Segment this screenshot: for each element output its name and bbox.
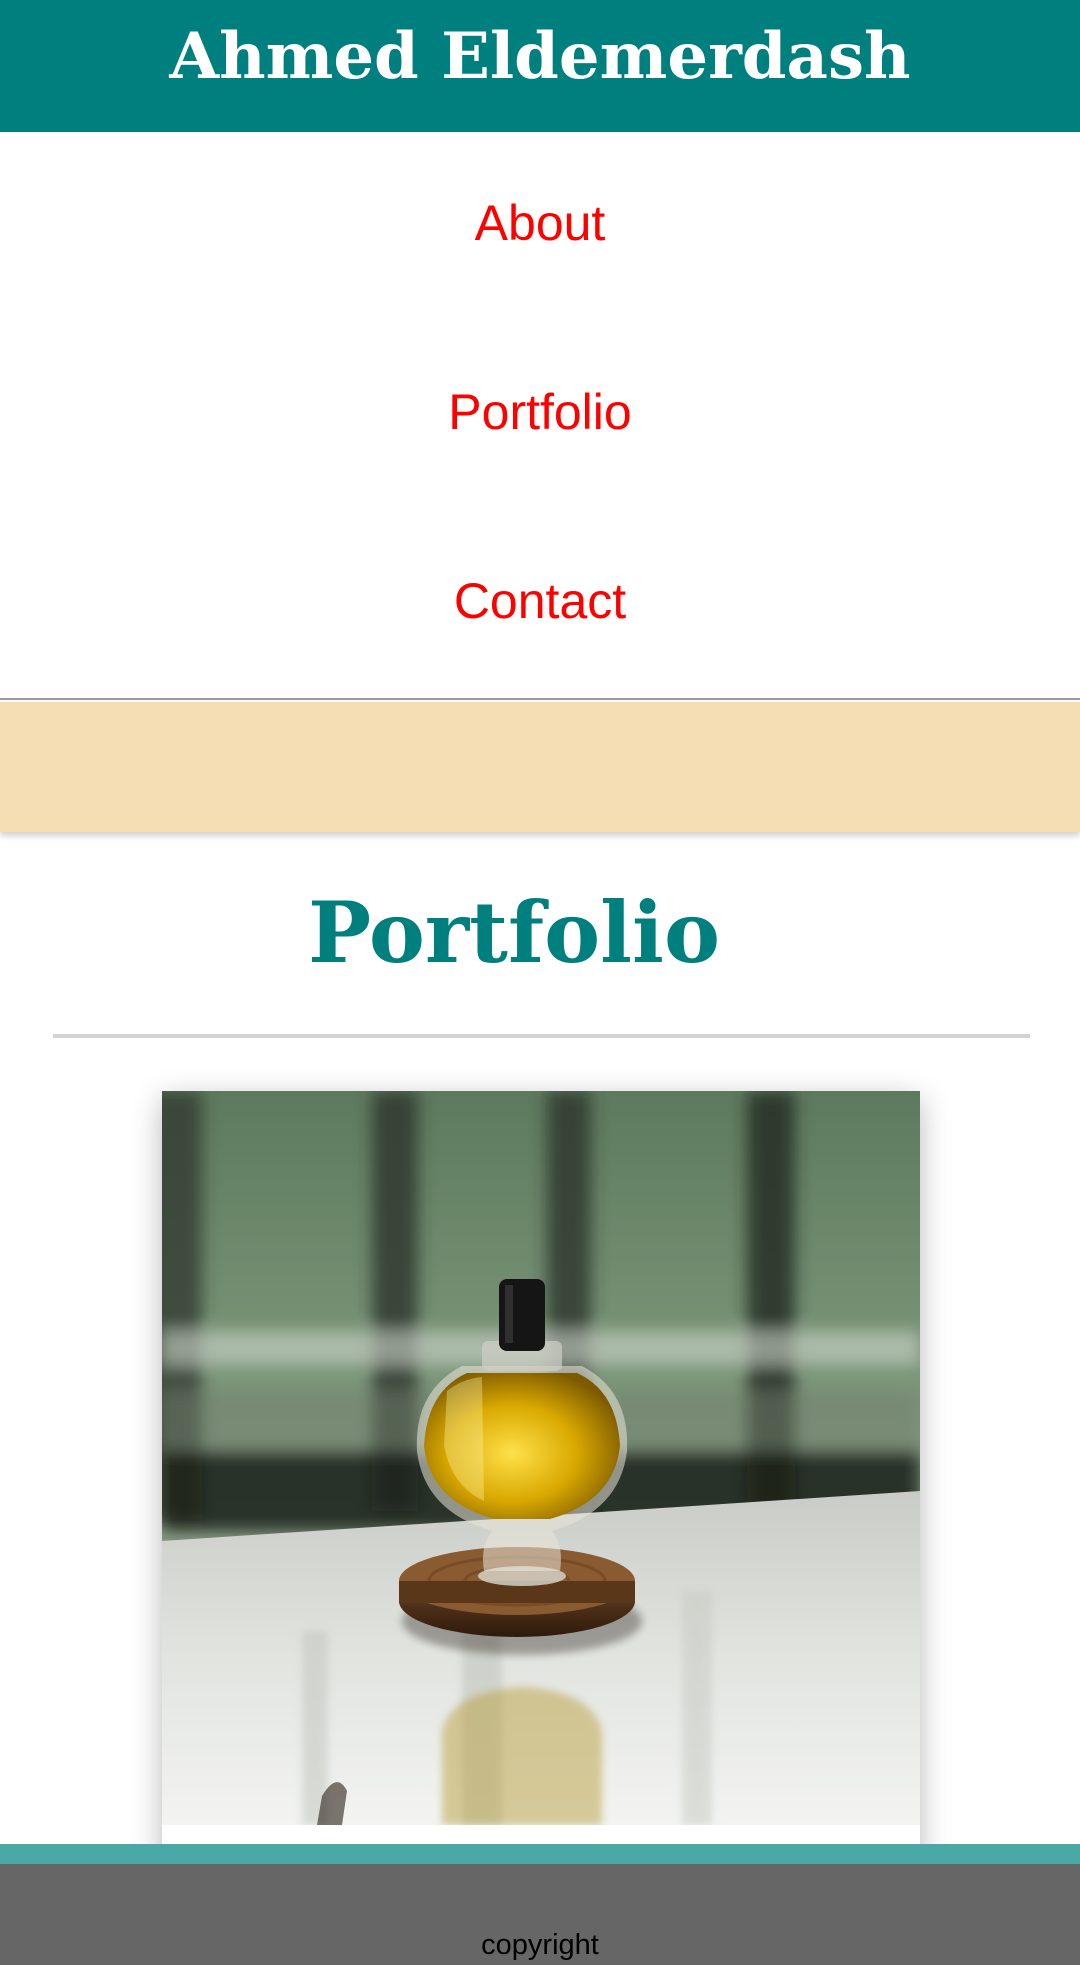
- main-nav: About Portfolio Contact: [0, 132, 1080, 700]
- section-divider: [53, 1034, 1030, 1038]
- portfolio-heading: Portfolio: [307, 883, 720, 982]
- copyright-text: copyright: [481, 1929, 599, 1961]
- nav-link-portfolio[interactable]: Portfolio: [0, 383, 1080, 441]
- perfume-bottle-image: [162, 1091, 920, 1825]
- footer-accent-bar: [0, 1844, 1080, 1864]
- nav-link-contact[interactable]: Contact: [0, 572, 1080, 630]
- hero-banner: [0, 702, 1080, 832]
- portfolio-card[interactable]: [162, 1091, 920, 1951]
- site-footer: copyright: [0, 1864, 1080, 1965]
- site-title: Ahmed Eldemerdash: [169, 18, 911, 94]
- site-header: Ahmed Eldemerdash: [0, 0, 1080, 132]
- nav-link-about[interactable]: About: [0, 194, 1080, 252]
- page: Ahmed Eldemerdash About Portfolio Contac…: [0, 0, 1080, 1965]
- perfume-bottle-photo[interactable]: [162, 1091, 920, 1825]
